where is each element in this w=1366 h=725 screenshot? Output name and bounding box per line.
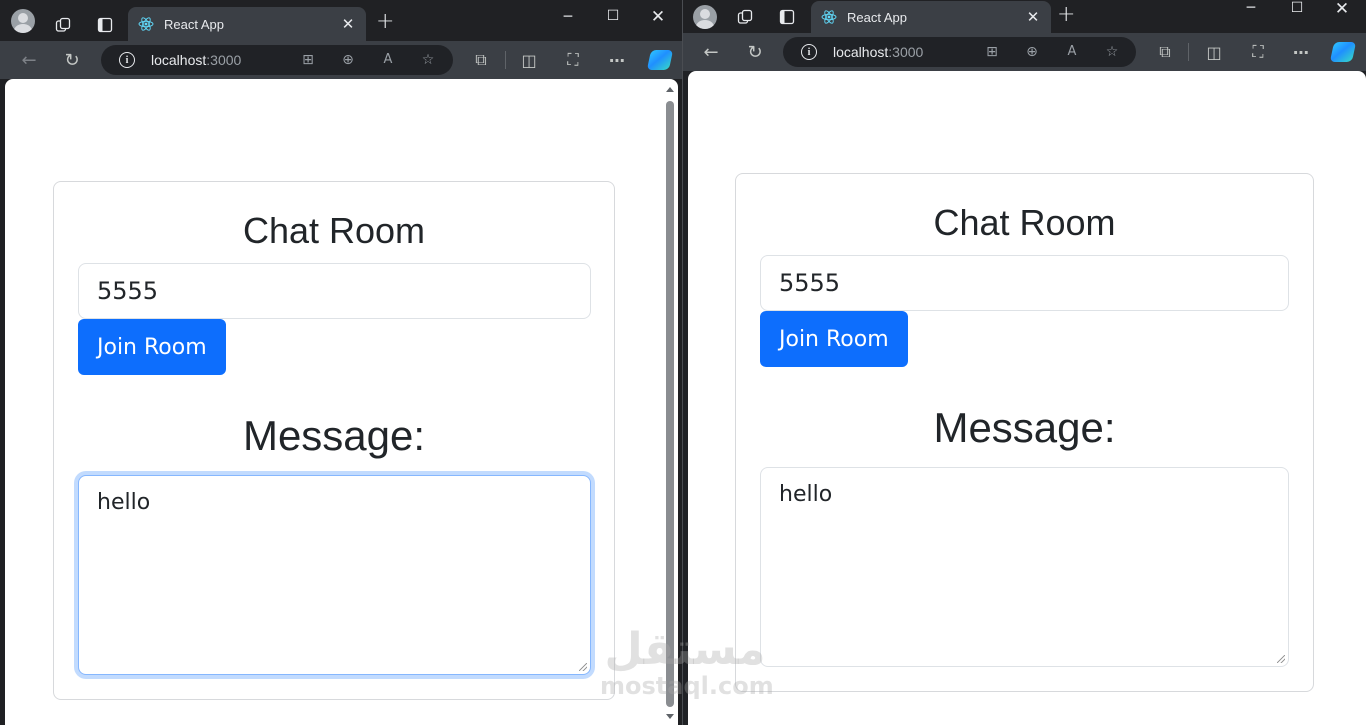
message-heading: Message: — [933, 404, 1116, 451]
read-aloud-icon[interactable]: A — [379, 52, 397, 67]
close-icon[interactable]: ✕ — [1025, 8, 1041, 26]
chat-card: Chat Room 5555 Join Room Message: hello — [53, 181, 615, 700]
browser-window-left: React App ✕ + ─ ☐ ✕ ← ↻ i localhost:3000… — [0, 0, 682, 725]
plus-icon[interactable]: + — [376, 9, 394, 34]
refresh-icon[interactable]: ↻ — [59, 47, 85, 73]
tab-actions-icon[interactable] — [773, 3, 801, 31]
minimize-icon[interactable]: ─ — [545, 9, 591, 25]
zoom-icon[interactable]: ⊕ — [339, 52, 357, 68]
page-viewport: Chat Room 5555 Join Room Message: hello — [688, 71, 1366, 725]
tab-strip: React App ✕ + ─ ☐ ✕ — [0, 0, 682, 41]
profile-avatar-icon[interactable] — [691, 3, 719, 31]
read-aloud-icon[interactable]: A — [1063, 44, 1081, 59]
page-title: Chat Room — [933, 202, 1116, 243]
join-room-button[interactable]: Join Room — [760, 311, 908, 367]
favorite-star-icon[interactable]: ☆ — [419, 52, 437, 68]
screenshot-icon[interactable]: ⛶ — [560, 47, 586, 73]
message-text: hello — [779, 482, 833, 507]
info-icon[interactable]: i — [119, 52, 135, 68]
address-url: localhost:3000 — [151, 52, 242, 68]
tab-react-app[interactable]: React App ✕ — [128, 7, 366, 41]
room-input[interactable]: 5555 — [760, 255, 1289, 311]
more-icon[interactable]: ⋯ — [1288, 39, 1314, 65]
react-favicon-icon — [821, 10, 837, 24]
page-title: Chat Room — [242, 210, 426, 251]
tab-actions-icon[interactable] — [91, 11, 119, 39]
tab-react-app[interactable]: React App ✕ — [811, 1, 1051, 33]
refresh-icon[interactable]: ↻ — [742, 39, 768, 65]
back-arrow-icon[interactable]: ← — [698, 39, 724, 65]
toolbar-separator — [1188, 43, 1189, 61]
tab-title: React App — [847, 9, 907, 25]
copilot-icon[interactable] — [646, 47, 674, 73]
browser-toolbar: ← ↻ i localhost:3000 ⊞ ⊕ A ☆ ⧉ ◫ ⛶ ⋯ — [683, 33, 1366, 71]
close-icon[interactable]: ✕ — [1319, 0, 1365, 19]
resize-handle-icon[interactable] — [1277, 655, 1285, 663]
split-screen-icon[interactable]: ◫ — [1201, 39, 1227, 65]
scroll-up-icon[interactable] — [666, 87, 674, 92]
screenshot-icon[interactable]: ⛶ — [1245, 39, 1271, 65]
room-input[interactable]: 5555 — [78, 263, 591, 319]
app-grid-icon[interactable]: ⊞ — [983, 44, 1001, 60]
zoom-icon[interactable]: ⊕ — [1023, 44, 1041, 60]
close-icon[interactable]: ✕ — [635, 7, 681, 27]
resize-handle-icon[interactable] — [579, 663, 587, 671]
browser-window-right: React App ✕ + ─ ☐ ✕ ← ↻ i localhost:3000… — [683, 0, 1366, 725]
address-url: localhost:3000 — [833, 44, 924, 60]
address-bar[interactable]: i localhost:3000 ⊞ ⊕ A ☆ — [783, 37, 1136, 67]
chat-card: Chat Room 5555 Join Room Message: hello — [735, 173, 1314, 692]
tab-title: React App — [164, 16, 224, 32]
workspaces-icon[interactable] — [731, 3, 759, 31]
maximize-icon[interactable]: ☐ — [590, 8, 636, 24]
join-room-button[interactable]: Join Room — [78, 319, 226, 375]
message-text: hello — [97, 490, 151, 515]
scroll-down-icon[interactable] — [666, 714, 674, 719]
page-viewport: Chat Room 5555 Join Room Message: hello — [5, 79, 678, 725]
message-textarea[interactable]: hello — [760, 467, 1289, 667]
info-icon[interactable]: i — [801, 44, 817, 60]
message-textarea[interactable]: hello — [78, 475, 591, 675]
scrollbar-thumb[interactable] — [666, 101, 674, 707]
toolbar-separator — [505, 51, 506, 69]
extensions-icon[interactable]: ⧉ — [1152, 39, 1178, 65]
extensions-icon[interactable]: ⧉ — [468, 47, 494, 73]
split-screen-icon[interactable]: ◫ — [516, 47, 542, 73]
close-icon[interactable]: ✕ — [340, 15, 356, 33]
plus-icon[interactable]: + — [1057, 2, 1075, 27]
more-icon[interactable]: ⋯ — [604, 47, 630, 73]
app-grid-icon[interactable]: ⊞ — [299, 52, 317, 68]
vertical-scrollbar[interactable] — [664, 85, 676, 721]
copilot-icon[interactable] — [1329, 39, 1357, 65]
react-favicon-icon — [138, 17, 154, 31]
workspaces-icon[interactable] — [49, 11, 77, 39]
message-heading: Message: — [242, 412, 426, 459]
favorite-star-icon[interactable]: ☆ — [1103, 44, 1121, 60]
maximize-icon[interactable]: ☐ — [1274, 0, 1320, 16]
address-bar[interactable]: i localhost:3000 ⊞ ⊕ A ☆ — [101, 45, 453, 75]
back-arrow-icon[interactable]: ← — [16, 47, 42, 73]
profile-avatar-icon[interactable] — [9, 7, 37, 35]
browser-toolbar: ← ↻ i localhost:3000 ⊞ ⊕ A ☆ ⧉ ◫ ⛶ ⋯ — [0, 41, 682, 79]
tab-strip: React App ✕ + ─ ☐ ✕ — [683, 0, 1366, 33]
minimize-icon[interactable]: ─ — [1228, 0, 1274, 16]
